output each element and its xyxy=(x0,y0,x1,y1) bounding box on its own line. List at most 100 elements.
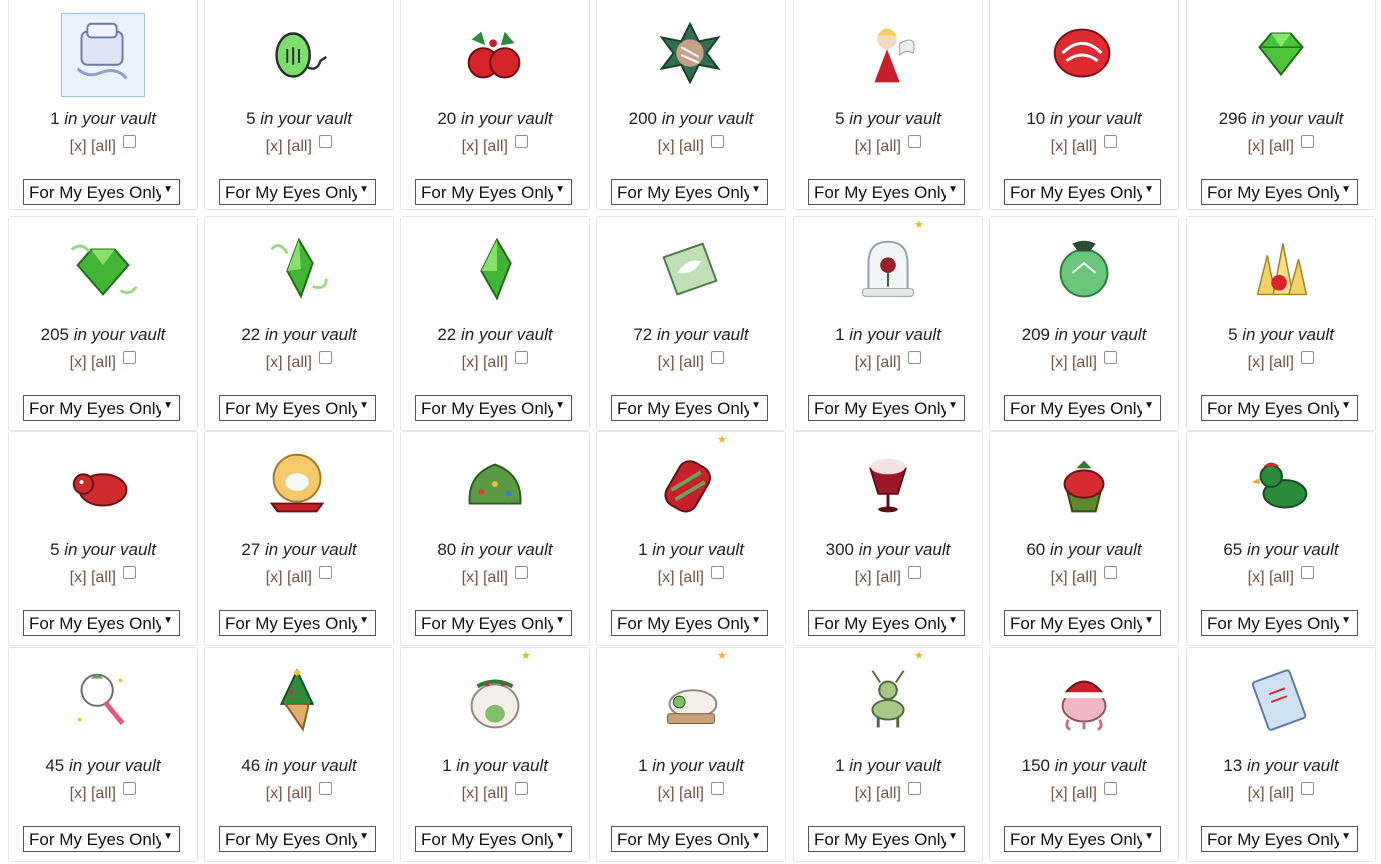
remove-one-link[interactable]: [x] xyxy=(70,138,87,155)
visibility-select[interactable]: For My Eyes Only ▼ xyxy=(415,179,572,205)
remove-all-link[interactable]: [all] xyxy=(1269,569,1294,586)
select-item-checkbox[interactable] xyxy=(908,782,922,795)
remove-all-link[interactable]: [all] xyxy=(91,785,116,802)
select-item-checkbox[interactable] xyxy=(1104,782,1118,795)
visibility-select[interactable]: For My Eyes Only ▼ xyxy=(415,610,572,636)
visibility-select[interactable]: For My Eyes Only ▼ xyxy=(1004,610,1161,636)
remove-all-link[interactable]: [all] xyxy=(679,785,704,802)
remove-all-link[interactable]: [all] xyxy=(1269,785,1294,802)
select-item-checkbox[interactable] xyxy=(515,135,529,148)
remove-all-link[interactable]: [all] xyxy=(1269,354,1294,371)
select-item-checkbox[interactable] xyxy=(123,782,137,795)
visibility-select[interactable]: For My Eyes Only ▼ xyxy=(1201,610,1358,636)
remove-one-link[interactable]: [x] xyxy=(266,785,283,802)
remove-one-link[interactable]: [x] xyxy=(266,569,283,586)
select-item-checkbox[interactable] xyxy=(319,135,333,148)
select-item-checkbox[interactable] xyxy=(1104,566,1118,579)
remove-one-link[interactable]: [x] xyxy=(462,785,479,802)
select-item-checkbox[interactable] xyxy=(711,782,725,795)
remove-all-link[interactable]: [all] xyxy=(91,569,116,586)
remove-all-link[interactable]: [all] xyxy=(1072,785,1097,802)
remove-one-link[interactable]: [x] xyxy=(462,138,479,155)
remove-all-link[interactable]: [all] xyxy=(876,569,901,586)
remove-all-link[interactable]: [all] xyxy=(1072,569,1097,586)
remove-all-link[interactable]: [all] xyxy=(679,138,704,155)
remove-one-link[interactable]: [x] xyxy=(855,138,872,155)
remove-all-link[interactable]: [all] xyxy=(91,138,116,155)
visibility-select[interactable]: For My Eyes Only ▼ xyxy=(415,826,572,852)
remove-all-link[interactable]: [all] xyxy=(483,138,508,155)
select-item-checkbox[interactable] xyxy=(711,566,725,579)
visibility-select[interactable]: For My Eyes Only ▼ xyxy=(611,826,768,852)
remove-one-link[interactable]: [x] xyxy=(855,354,872,371)
remove-one-link[interactable]: [x] xyxy=(1051,785,1068,802)
visibility-select[interactable]: For My Eyes Only ▼ xyxy=(23,395,180,421)
remove-all-link[interactable]: [all] xyxy=(483,785,508,802)
select-item-checkbox[interactable] xyxy=(711,351,725,364)
remove-all-link[interactable]: [all] xyxy=(679,354,704,371)
remove-one-link[interactable]: [x] xyxy=(266,354,283,371)
visibility-select[interactable]: For My Eyes Only ▼ xyxy=(23,610,180,636)
visibility-select[interactable]: For My Eyes Only ▼ xyxy=(219,395,376,421)
visibility-select[interactable]: For My Eyes Only ▼ xyxy=(415,395,572,421)
visibility-select[interactable]: For My Eyes Only ▼ xyxy=(1004,395,1161,421)
visibility-select[interactable]: For My Eyes Only ▼ xyxy=(1004,179,1161,205)
remove-one-link[interactable]: [x] xyxy=(1051,354,1068,371)
select-item-checkbox[interactable] xyxy=(1301,782,1315,795)
remove-one-link[interactable]: [x] xyxy=(70,354,87,371)
select-item-checkbox[interactable] xyxy=(123,135,137,148)
remove-one-link[interactable]: [x] xyxy=(70,785,87,802)
remove-all-link[interactable]: [all] xyxy=(91,354,116,371)
remove-all-link[interactable]: [all] xyxy=(876,354,901,371)
remove-all-link[interactable]: [all] xyxy=(1072,354,1097,371)
visibility-select[interactable]: For My Eyes Only ▼ xyxy=(1201,179,1358,205)
remove-one-link[interactable]: [x] xyxy=(1248,354,1265,371)
remove-all-link[interactable]: [all] xyxy=(876,138,901,155)
remove-all-link[interactable]: [all] xyxy=(287,569,312,586)
select-item-checkbox[interactable] xyxy=(319,782,333,795)
remove-one-link[interactable]: [x] xyxy=(658,569,675,586)
remove-one-link[interactable]: [x] xyxy=(658,354,675,371)
select-item-checkbox[interactable] xyxy=(1104,135,1118,148)
select-item-checkbox[interactable] xyxy=(1301,135,1315,148)
select-item-checkbox[interactable] xyxy=(319,566,333,579)
remove-one-link[interactable]: [x] xyxy=(462,354,479,371)
select-item-checkbox[interactable] xyxy=(908,351,922,364)
remove-all-link[interactable]: [all] xyxy=(679,569,704,586)
visibility-select[interactable]: For My Eyes Only ▼ xyxy=(611,179,768,205)
remove-all-link[interactable]: [all] xyxy=(287,785,312,802)
visibility-select[interactable]: For My Eyes Only ▼ xyxy=(1201,826,1358,852)
select-item-checkbox[interactable] xyxy=(123,351,137,364)
select-item-checkbox[interactable] xyxy=(515,566,529,579)
visibility-select[interactable]: For My Eyes Only ▼ xyxy=(808,610,965,636)
visibility-select[interactable]: For My Eyes Only ▼ xyxy=(808,826,965,852)
select-item-checkbox[interactable] xyxy=(711,135,725,148)
select-item-checkbox[interactable] xyxy=(515,782,529,795)
visibility-select[interactable]: For My Eyes Only ▼ xyxy=(23,179,180,205)
remove-one-link[interactable]: [x] xyxy=(1248,569,1265,586)
visibility-select[interactable]: For My Eyes Only ▼ xyxy=(219,826,376,852)
remove-one-link[interactable]: [x] xyxy=(1051,569,1068,586)
remove-all-link[interactable]: [all] xyxy=(1269,138,1294,155)
remove-all-link[interactable]: [all] xyxy=(287,354,312,371)
visibility-select[interactable]: For My Eyes Only ▼ xyxy=(808,395,965,421)
select-item-checkbox[interactable] xyxy=(1104,351,1118,364)
select-item-checkbox[interactable] xyxy=(1301,351,1315,364)
select-item-checkbox[interactable] xyxy=(319,351,333,364)
remove-all-link[interactable]: [all] xyxy=(483,354,508,371)
remove-one-link[interactable]: [x] xyxy=(855,569,872,586)
remove-one-link[interactable]: [x] xyxy=(658,785,675,802)
remove-all-link[interactable]: [all] xyxy=(1072,138,1097,155)
visibility-select[interactable]: For My Eyes Only ▼ xyxy=(808,179,965,205)
select-item-checkbox[interactable] xyxy=(515,351,529,364)
visibility-select[interactable]: For My Eyes Only ▼ xyxy=(219,610,376,636)
select-item-checkbox[interactable] xyxy=(123,566,137,579)
remove-one-link[interactable]: [x] xyxy=(1248,138,1265,155)
remove-all-link[interactable]: [all] xyxy=(287,138,312,155)
select-item-checkbox[interactable] xyxy=(908,135,922,148)
remove-one-link[interactable]: [x] xyxy=(658,138,675,155)
visibility-select[interactable]: For My Eyes Only ▼ xyxy=(1004,826,1161,852)
remove-one-link[interactable]: [x] xyxy=(70,569,87,586)
visibility-select[interactable]: For My Eyes Only ▼ xyxy=(23,826,180,852)
remove-one-link[interactable]: [x] xyxy=(266,138,283,155)
